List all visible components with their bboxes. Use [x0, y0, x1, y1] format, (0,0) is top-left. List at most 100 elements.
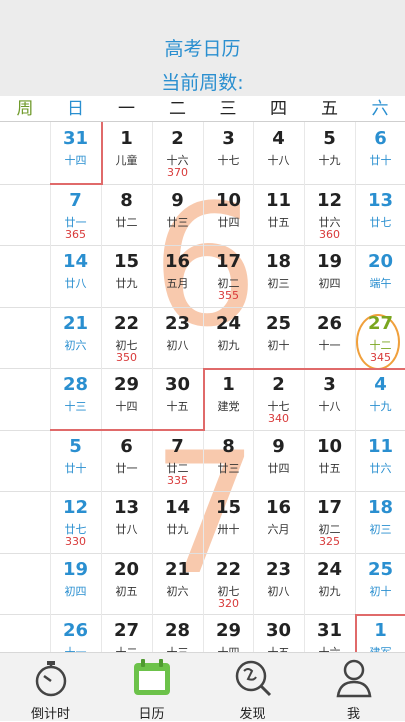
- day-cell[interactable]: 28 十三: [50, 368, 101, 430]
- day-cell[interactable]: 4 十九: [355, 368, 405, 430]
- day-cell[interactable]: 28 十三: [152, 614, 203, 652]
- day-cell[interactable]: 17 初二 355: [203, 245, 254, 307]
- day-cell[interactable]: 22 初七 320: [203, 553, 254, 615]
- day-cell[interactable]: 18 初三: [253, 245, 304, 307]
- day-cell[interactable]: 1 建军: [355, 614, 405, 652]
- day-cell[interactable]: 21 初六: [152, 553, 203, 615]
- lunar-date: 廿四: [267, 462, 290, 475]
- day-cell[interactable]: 1 建党: [203, 368, 254, 430]
- day-cell[interactable]: 20 端午: [355, 245, 405, 307]
- day-cell[interactable]: 23 初八: [253, 553, 304, 615]
- lunar-date: 廿一: [115, 462, 138, 475]
- day-cell[interactable]: 10 廿五: [304, 430, 355, 492]
- day-cell[interactable]: 29 十四: [101, 368, 152, 430]
- day-cell[interactable]: 15 廿九: [101, 245, 152, 307]
- day-cell[interactable]: 19 初四: [50, 553, 101, 615]
- day-cell[interactable]: 26 十一: [304, 307, 355, 369]
- day-cell[interactable]: 3 十七: [203, 122, 254, 184]
- day-cell[interactable]: 16 五月: [152, 245, 203, 307]
- day-cell[interactable]: 9 廿三: [152, 184, 203, 246]
- day-cell[interactable]: 1 儿童: [101, 122, 152, 184]
- day-cell[interactable]: 3 十八: [304, 368, 355, 430]
- day-cell[interactable]: 22 初七 350: [101, 307, 152, 369]
- tab-me[interactable]: 我: [303, 653, 404, 722]
- day-cell[interactable]: 12 廿六 360: [304, 184, 355, 246]
- day-cell[interactable]: 24 初九: [203, 307, 254, 369]
- day-cell[interactable]: 13 廿七: [355, 184, 405, 246]
- day-cell[interactable]: 27 十二 345: [355, 307, 405, 369]
- day-cell[interactable]: 25 初十: [355, 553, 405, 615]
- tab-discover-label: 发现: [239, 707, 266, 722]
- day-cell[interactable]: 6 廿十: [355, 122, 405, 184]
- day-cell[interactable]: 8 廿二: [101, 184, 152, 246]
- day-number: 15: [113, 251, 140, 272]
- day-cell[interactable]: 5 十九: [304, 122, 355, 184]
- day-cell[interactable]: 31 十六: [304, 614, 355, 652]
- day-cell[interactable]: 5 廿十: [50, 430, 101, 492]
- day-cell[interactable]: 29 十四: [203, 614, 254, 652]
- day-number: 30: [164, 374, 191, 395]
- day-cell[interactable]: 23 初八: [152, 307, 203, 369]
- day-cell[interactable]: 10 廿四: [203, 184, 254, 246]
- day-cell[interactable]: 16 六月: [253, 491, 304, 553]
- day-cell[interactable]: 7 廿一 365: [50, 184, 101, 246]
- day-number: 23: [265, 559, 292, 580]
- days-until-exam: 320: [218, 597, 239, 610]
- lunar-date: 初六: [64, 339, 87, 352]
- day-cell[interactable]: 17 初二 325: [304, 491, 355, 553]
- weekday-week: 周: [16, 99, 34, 119]
- day-cell[interactable]: 7 廿二 335: [152, 430, 203, 492]
- day-cell[interactable]: 27 十二: [101, 614, 152, 652]
- day-cell[interactable]: 6 廿一: [101, 430, 152, 492]
- day-cell[interactable]: 11 廿五: [253, 184, 304, 246]
- day-cell[interactable]: 25 初十: [253, 307, 304, 369]
- tab-countdown[interactable]: 倒计时: [0, 653, 101, 722]
- day-cell[interactable]: 20 初五: [101, 553, 152, 615]
- day-number: 26: [316, 313, 343, 334]
- day-cell[interactable]: 14 廿八: [50, 245, 101, 307]
- lunar-date: 廿五: [267, 216, 290, 229]
- day-cell[interactable]: 11 廿六: [355, 430, 405, 492]
- day-number: 24: [316, 559, 343, 580]
- weekday-fri: 五: [321, 99, 338, 119]
- day-cell[interactable]: 9 廿四: [253, 430, 304, 492]
- tab-discover[interactable]: 发现: [202, 653, 303, 722]
- weekday-thu: 四: [270, 99, 287, 119]
- lunar-date: 初九: [318, 585, 341, 598]
- day-number: 8: [120, 190, 133, 211]
- day-number: 15: [215, 497, 242, 518]
- discover-icon: [235, 660, 272, 697]
- lunar-date: 十九: [318, 154, 341, 167]
- day-cell[interactable]: 19 初四: [304, 245, 355, 307]
- lunar-date: 廿八: [115, 523, 138, 536]
- lunar-date: 廿三: [166, 216, 189, 229]
- lunar-date: 廿十: [64, 462, 87, 475]
- day-cell[interactable]: 2 十七 340: [253, 368, 304, 430]
- day-cell[interactable]: 30 十五: [152, 368, 203, 430]
- day-number: 24: [215, 313, 242, 334]
- days-until-exam: 365: [65, 228, 86, 241]
- day-cell[interactable]: 8 廿三: [203, 430, 254, 492]
- day-cell[interactable]: 15 卅十: [203, 491, 254, 553]
- day-number: 31: [62, 128, 89, 149]
- day-cell[interactable]: 24 初九: [304, 553, 355, 615]
- day-cell[interactable]: 2 十六 370: [152, 122, 203, 184]
- day-cell[interactable]: 14 廿九: [152, 491, 203, 553]
- tab-calendar[interactable]: 日历: [101, 653, 202, 722]
- day-cell[interactable]: 13 廿八: [101, 491, 152, 553]
- day-cell[interactable]: 30 十五: [253, 614, 304, 652]
- day-cell[interactable]: 4 十八: [253, 122, 304, 184]
- day-cell[interactable]: 18 初三: [355, 491, 405, 553]
- days-until-exam: 355: [218, 289, 239, 302]
- weekday-sun: 日: [67, 99, 84, 119]
- day-number: 1: [120, 128, 133, 149]
- day-cell[interactable]: 21 初六: [50, 307, 101, 369]
- day-cell[interactable]: 26 十一: [50, 614, 101, 652]
- day-number: 28: [62, 374, 89, 395]
- lunar-date: 初六: [166, 585, 189, 598]
- day-cell[interactable]: 12 廿七 330: [50, 491, 101, 553]
- weekday-wed: 三: [219, 99, 237, 119]
- day-number: 17: [215, 251, 242, 272]
- day-cell[interactable]: 31 十四: [50, 122, 101, 184]
- days-until-exam: 325: [319, 535, 340, 548]
